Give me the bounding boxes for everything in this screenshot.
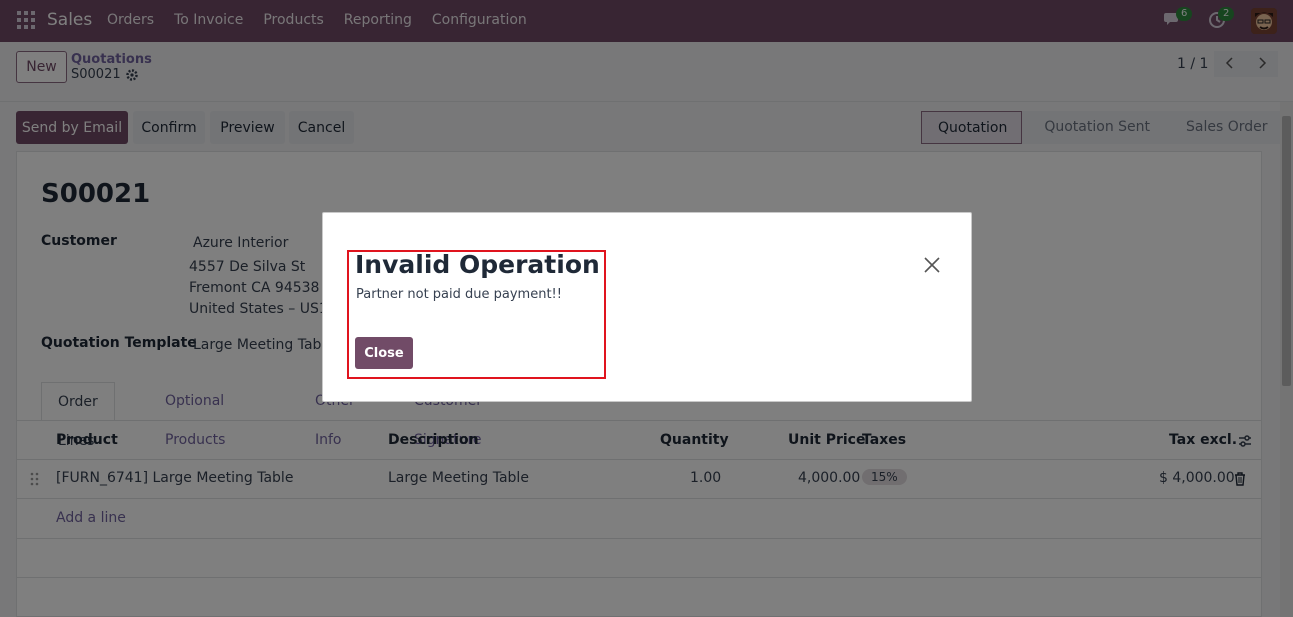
dialog-message: Partner not paid due payment!! (356, 287, 562, 302)
close-icon[interactable] (923, 256, 941, 274)
dialog-title: Invalid Operation (355, 250, 600, 279)
close-button[interactable]: Close (355, 337, 413, 369)
error-dialog: Invalid Operation Partner not paid due p… (322, 212, 972, 402)
